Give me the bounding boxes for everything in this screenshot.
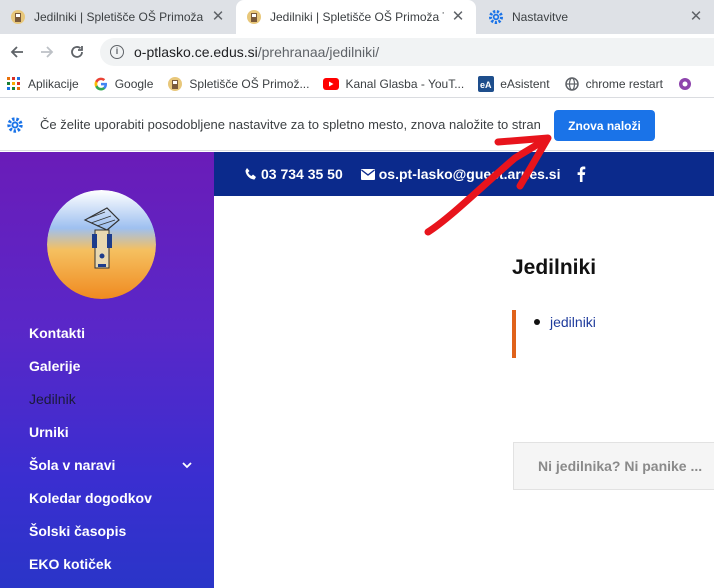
school-logo-icon [11, 10, 25, 24]
gear-icon [489, 10, 503, 24]
back-button[interactable] [4, 39, 30, 65]
tab-title: Nastavitve [512, 10, 569, 24]
forward-arrow-icon [41, 46, 54, 58]
tab-strip: Jedilniki | Spletišče OŠ Primoža Tr ✕ Je… [0, 0, 714, 34]
address-bar[interactable]: i o-ptlasko.ce.edus.si/prehranaa/jedilni… [100, 38, 714, 66]
menu-item-label: Šola v naravi [29, 457, 116, 473]
school-emblem-icon [47, 190, 156, 299]
school-logo-icon [167, 76, 183, 92]
notice-text: Ni jedilnika? Ni panike ... [538, 458, 703, 474]
bookmark-favicon-icon [677, 76, 693, 92]
gear-icon [7, 116, 23, 133]
jedilniki-list-block: jedilniki [512, 310, 714, 358]
bookmark-label: Aplikacije [28, 76, 79, 91]
site-sidebar: Kontakti Galerije Jedilnik Urniki Šola v… [0, 152, 214, 588]
close-icon[interactable]: ✕ [210, 9, 226, 25]
reload-button[interactable] [64, 39, 90, 65]
menu-item-eko[interactable]: EKO kotiček [29, 553, 199, 586]
email-address: os.pt-lasko@guest.arnes.si [378, 166, 561, 182]
tab-title: Jedilniki | Spletišče OŠ Primoža Tr [270, 10, 444, 24]
bookmark-label: Google [114, 76, 154, 91]
site-menu: Kontakti Galerije Jedilnik Urniki Šola v… [29, 322, 199, 586]
google-icon [93, 76, 109, 92]
reload-icon [71, 46, 83, 58]
menu-item-koledar[interactable]: Koledar dogodkov [29, 487, 199, 520]
bookmark-label: chrome restart [585, 76, 663, 91]
reload-page-button[interactable]: Znova naloži [554, 110, 655, 141]
youtube-icon [323, 76, 340, 92]
bookmark-aplikacije[interactable]: Aplikacije [6, 76, 79, 92]
bookmarks-bar: Aplikacije Google Spletišče OŠ Primož...… [0, 70, 714, 98]
menu-item-galerije[interactable]: Galerije [29, 355, 199, 388]
infobar-message: Če želite uporabiti posodobljene nastavi… [40, 117, 541, 132]
page-title: Jedilniki [512, 256, 597, 279]
menu-item-sola-v-naravi[interactable]: Šola v naravi [29, 454, 199, 487]
easistent-icon: eA [478, 75, 495, 92]
school-logo[interactable] [47, 190, 156, 299]
reload-infobar: Če želite uporabiti posodobljene nastavi… [0, 99, 714, 151]
bookmark-chrome-restart[interactable]: chrome restart [564, 76, 663, 92]
envelope-icon [360, 168, 375, 180]
tab-nastavitve[interactable]: Nastavitve ✕ [478, 0, 714, 34]
phone-icon [245, 168, 256, 180]
forward-button[interactable] [34, 39, 60, 65]
apps-grid-icon [6, 76, 22, 92]
website: Kontakti Galerije Jedilnik Urniki Šola v… [0, 152, 714, 588]
bookmark-easistent[interactable]: eA eAsistent [478, 75, 550, 92]
menu-item-kontakti[interactable]: Kontakti [29, 322, 199, 355]
bookmark-label: Spletišče OŠ Primož... [189, 76, 310, 91]
url-host: o-ptlasko.ce.edus.si [134, 44, 258, 60]
bookmark-partial[interactable] [677, 76, 699, 92]
svg-text:eA: eA [480, 80, 492, 90]
menu-item-casopis[interactable]: Šolski časopis [29, 520, 199, 553]
tab-jedilniki-2[interactable]: Jedilniki | Spletišče OŠ Primoža Tr ✕ [236, 0, 476, 34]
menu-item-urniki[interactable]: Urniki [29, 421, 199, 454]
phone-link[interactable]: 03 734 35 50 [244, 166, 343, 182]
globe-icon [564, 76, 580, 92]
bullet [534, 319, 540, 325]
bookmark-label: Kanal Glasba - YouT... [345, 76, 465, 91]
email-link[interactable]: os.pt-lasko@guest.arnes.si [360, 166, 561, 182]
notice-box[interactable]: Ni jedilnika? Ni panike ... [513, 442, 714, 490]
bookmark-google[interactable]: Google [93, 76, 154, 92]
facebook-icon [578, 166, 586, 182]
jedilniki-link[interactable]: jedilniki [550, 314, 596, 330]
bookmark-label: eAsistent [500, 76, 550, 91]
school-logo-icon [247, 10, 261, 24]
chevron-down-icon[interactable] [181, 454, 193, 483]
url-path: /prehranaa/jedilniki/ [257, 44, 380, 60]
phone-number: 03 734 35 50 [261, 166, 343, 182]
menu-item-jedilnik[interactable]: Jedilnik [29, 388, 199, 421]
back-arrow-icon [10, 46, 23, 58]
jedilniki-list: jedilniki [534, 314, 596, 330]
list-item: jedilniki [534, 314, 596, 330]
site-info-icon[interactable]: i [110, 45, 124, 59]
bookmark-youtube[interactable]: Kanal Glasba - YouT... [323, 76, 464, 92]
close-icon[interactable]: ✕ [688, 9, 704, 25]
browser-toolbar: i o-ptlasko.ce.edus.si/prehranaa/jedilni… [0, 34, 714, 70]
tab-jedilniki-1[interactable]: Jedilniki | Spletišče OŠ Primoža Tr ✕ [0, 0, 236, 34]
tab-title: Jedilniki | Spletišče OŠ Primoža Tr [34, 10, 204, 24]
site-contact-bar: 03 734 35 50 os.pt-lasko@guest.arnes.si [214, 152, 714, 196]
facebook-link[interactable] [576, 166, 586, 182]
bookmark-spletisce[interactable]: Spletišče OŠ Primož... [167, 76, 309, 92]
close-icon[interactable]: ✕ [450, 9, 466, 25]
